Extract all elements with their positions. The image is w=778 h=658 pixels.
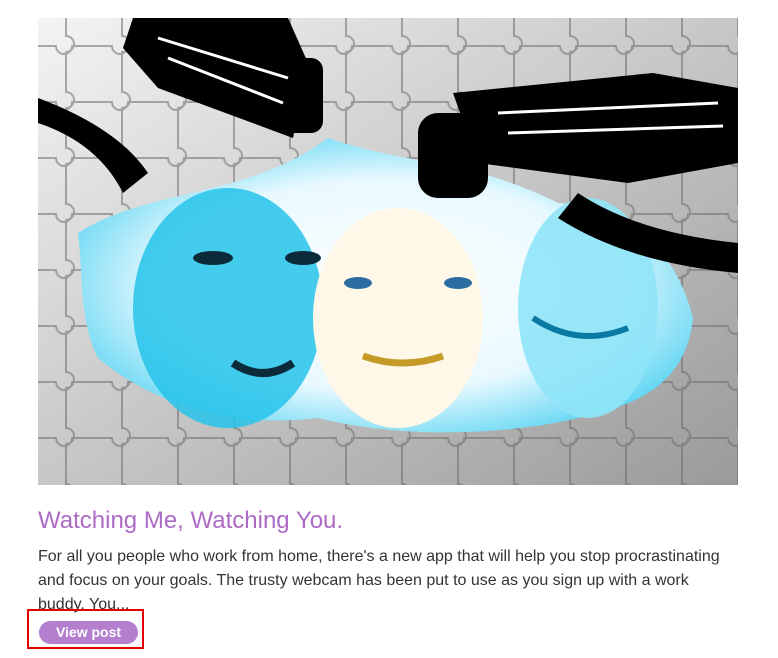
view-post-highlight: View post [27,609,144,649]
post-title[interactable]: Watching Me, Watching You. [38,507,738,535]
post-hero-image[interactable] [38,18,738,485]
view-post-button[interactable]: View post [39,621,138,644]
blog-post: Watching Me, Watching You. For all you p… [38,18,738,617]
post-excerpt: For all you people who work from home, t… [38,548,720,613]
